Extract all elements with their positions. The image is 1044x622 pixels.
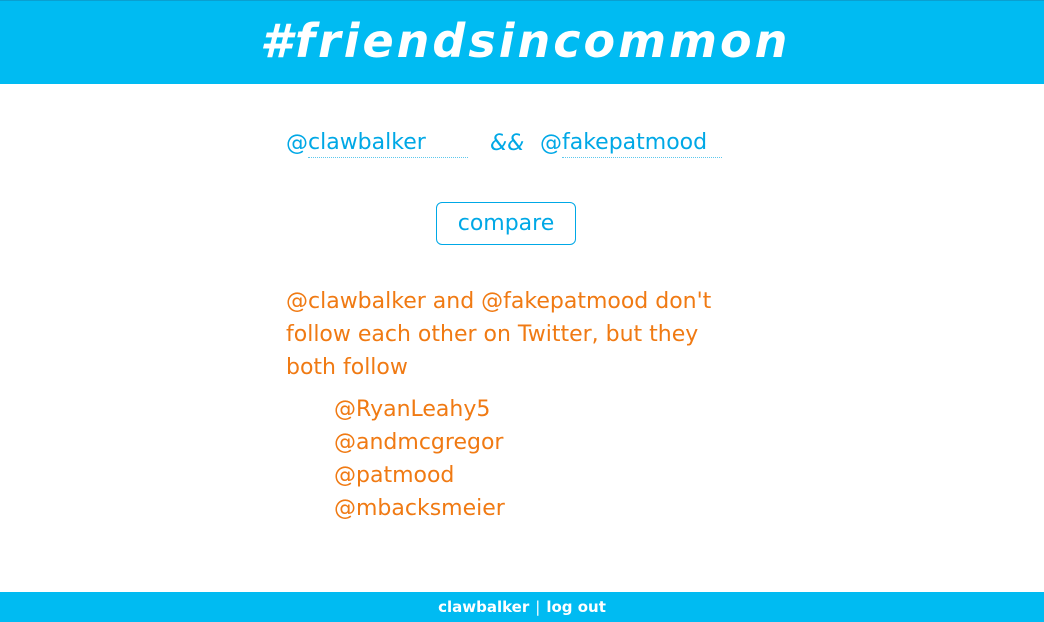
common-follows-list: @RyanLeahy5 @andmcgregor @patmood @mback… <box>334 393 505 525</box>
footer-bar: clawbalker | log out <box>0 592 1044 622</box>
user2-input[interactable] <box>562 128 722 158</box>
username-link[interactable]: clawbalker <box>438 598 529 616</box>
list-item: @mbacksmeier <box>334 496 505 521</box>
site-title: #friendsincommon <box>260 14 791 68</box>
header-bar: #friendsincommon <box>0 0 1044 84</box>
list-item: @RyanLeahy5 <box>334 397 491 422</box>
list-item: @patmood <box>334 463 455 488</box>
compare-button[interactable]: compare <box>436 202 576 245</box>
user1-input[interactable] <box>308 128 468 158</box>
footer-separator: | <box>535 598 541 616</box>
and-connector: && <box>490 131 525 156</box>
list-item: @andmcgregor <box>334 430 504 455</box>
compare-form: @ && @ <box>286 126 736 162</box>
logout-link[interactable]: log out <box>546 598 606 616</box>
result-message: @clawbalker and @fakepatmood don't follo… <box>286 289 712 380</box>
at-symbol-user2: @ <box>540 131 562 156</box>
at-symbol-user1: @ <box>286 131 308 156</box>
